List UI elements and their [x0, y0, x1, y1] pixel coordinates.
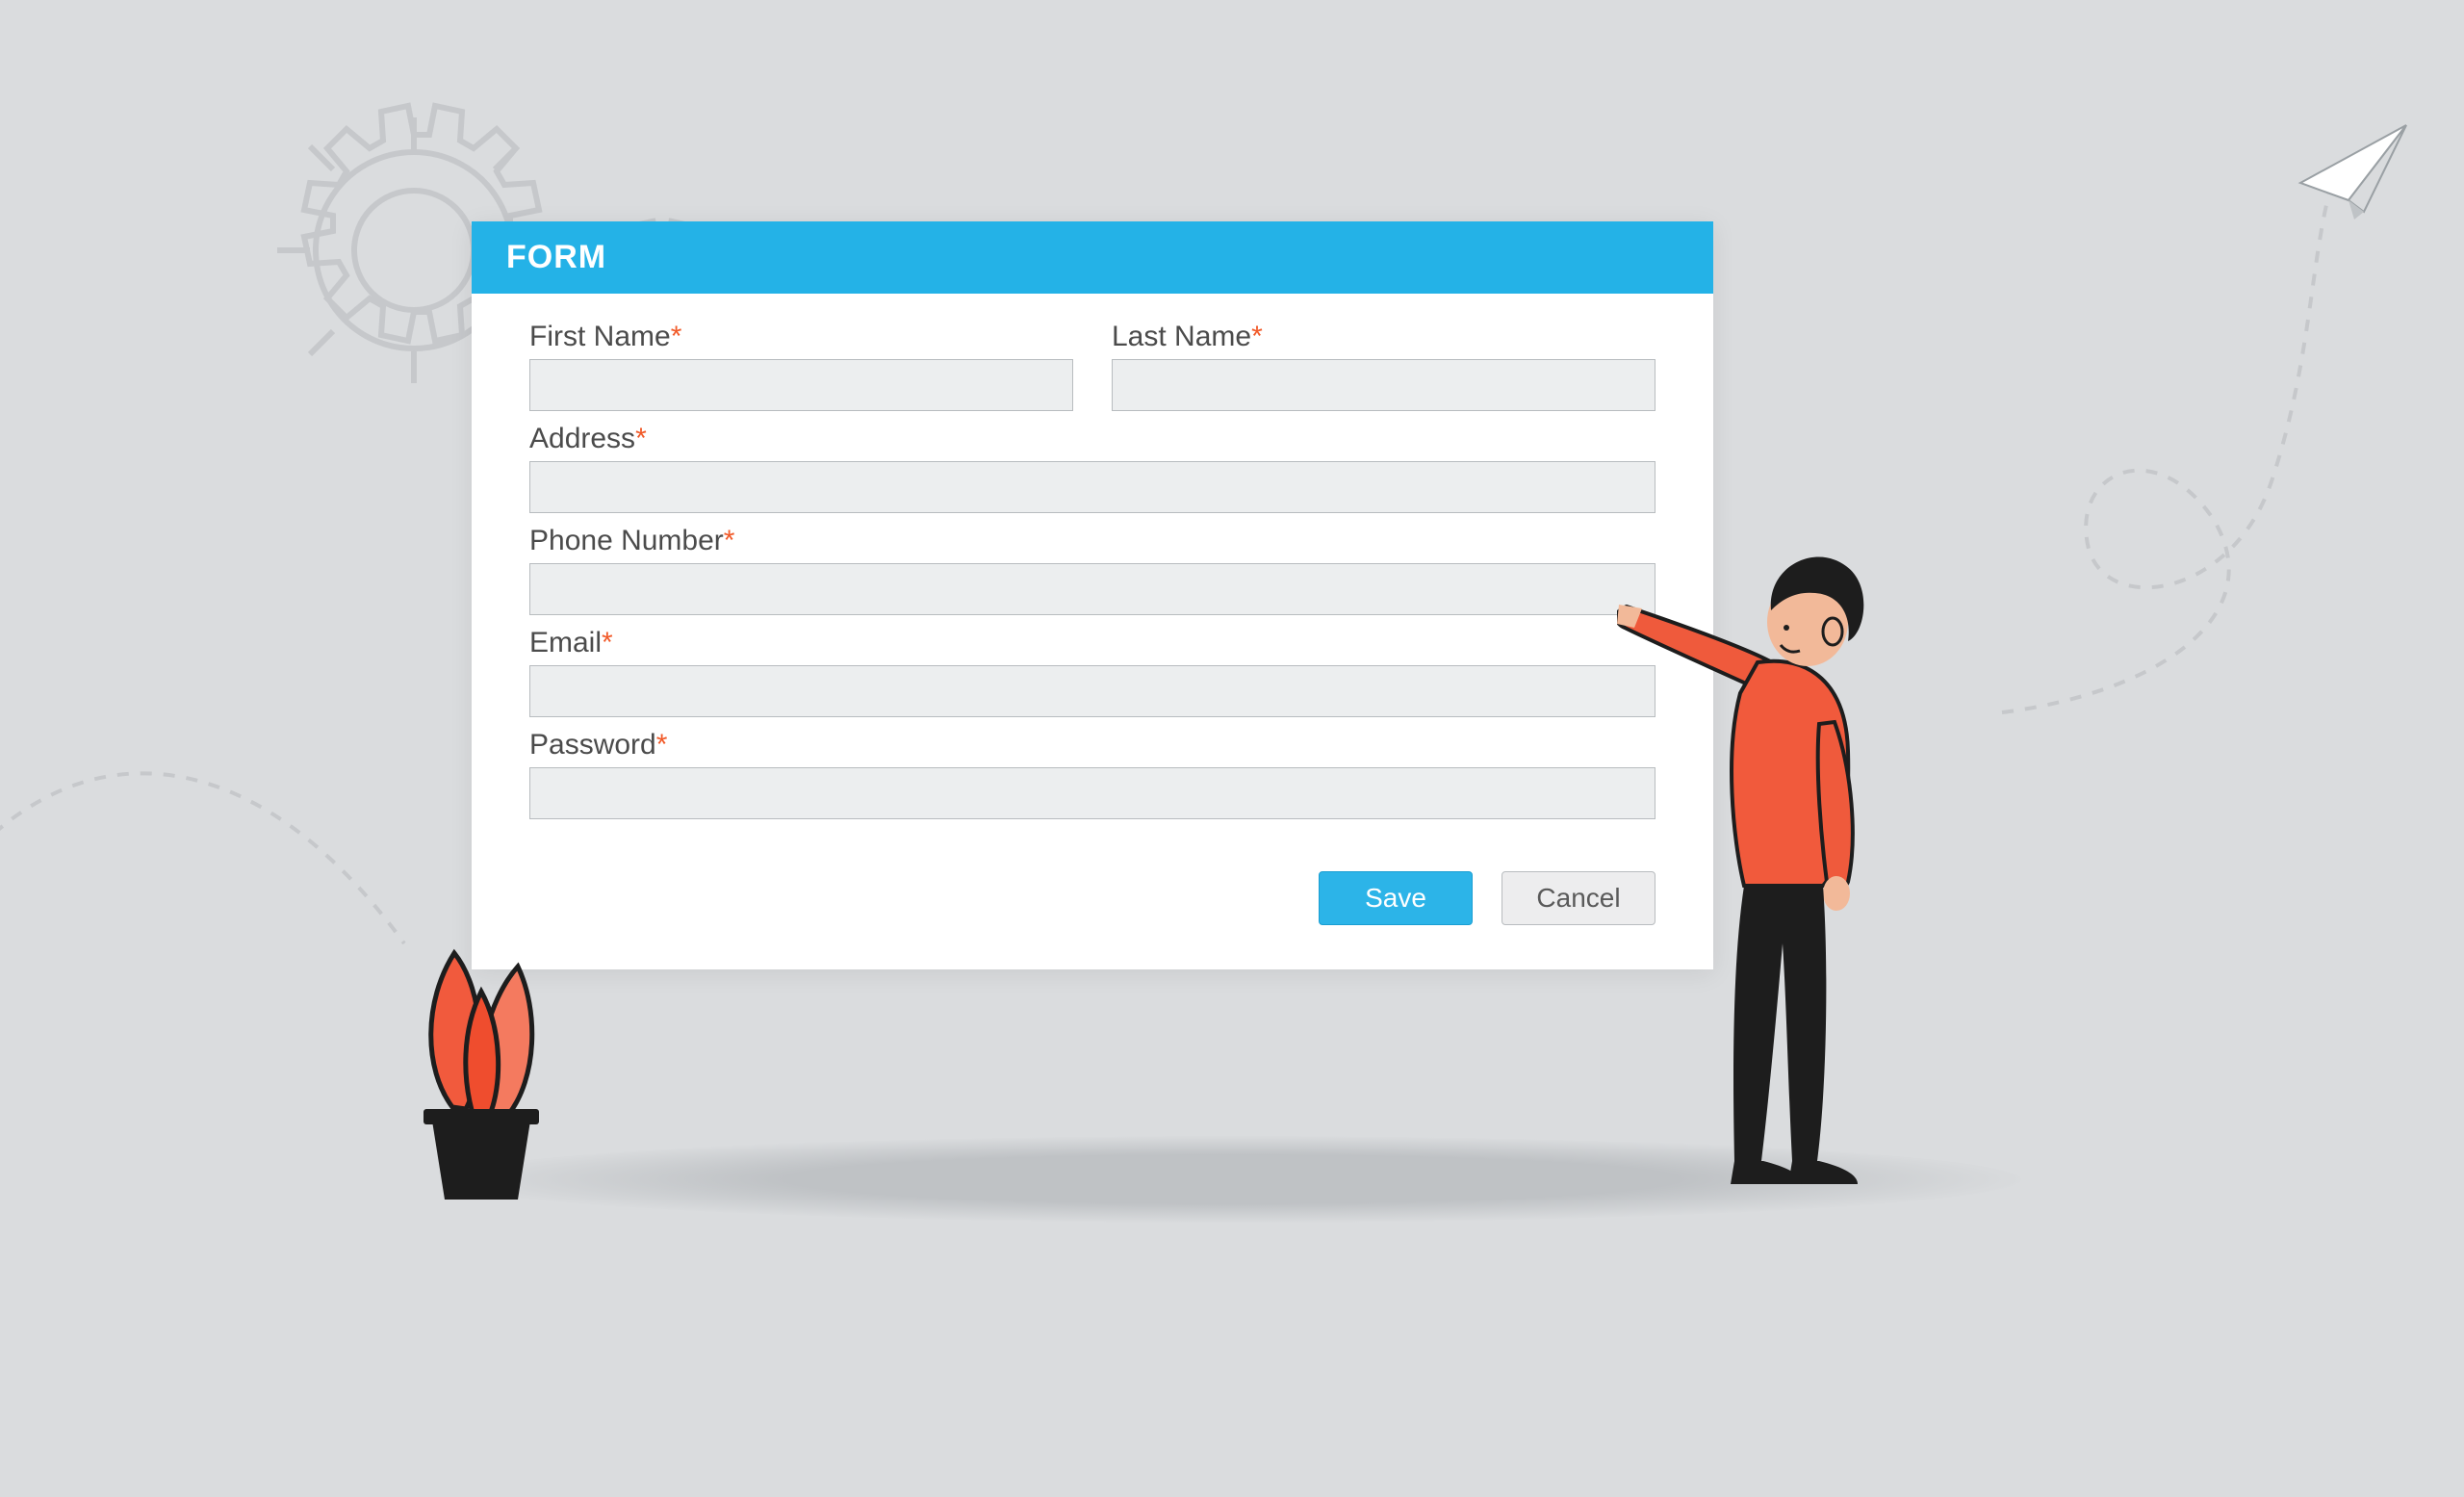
- decoration-dash-left: [0, 693, 443, 1078]
- form-card: FORM First Name* Last Name* Address*: [472, 221, 1713, 969]
- address-label: Address*: [529, 423, 1656, 455]
- password-label: Password*: [529, 729, 1656, 761]
- first-name-input[interactable]: [529, 359, 1073, 411]
- password-input[interactable]: [529, 767, 1656, 819]
- phone-label: Phone Number*: [529, 525, 1656, 557]
- cancel-button[interactable]: Cancel: [1502, 871, 1656, 925]
- first-name-label: First Name*: [529, 321, 1073, 353]
- decoration-dash-right: [1925, 116, 2426, 732]
- phone-input[interactable]: [529, 563, 1656, 615]
- save-button[interactable]: Save: [1319, 871, 1473, 925]
- last-name-label: Last Name*: [1112, 321, 1656, 353]
- email-label: Email*: [529, 627, 1656, 659]
- paper-plane-icon: [2300, 125, 2406, 219]
- address-input[interactable]: [529, 461, 1656, 513]
- email-input[interactable]: [529, 665, 1656, 717]
- last-name-input[interactable]: [1112, 359, 1656, 411]
- form-title: FORM: [472, 221, 1713, 294]
- ground-shadow: [443, 1136, 2021, 1223]
